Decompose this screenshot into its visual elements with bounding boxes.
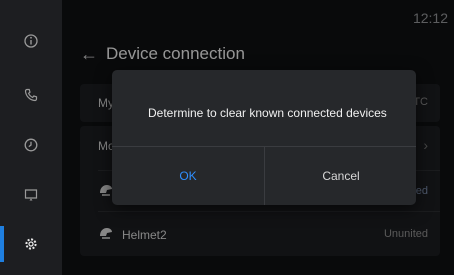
- nav-item-phone[interactable]: [0, 72, 62, 118]
- nav-item-settings[interactable]: [0, 221, 62, 267]
- nav-item-screen[interactable]: [0, 172, 62, 218]
- settings-icon: [25, 238, 37, 250]
- nav-item-info[interactable]: [0, 18, 62, 64]
- ok-button[interactable]: OK: [112, 147, 264, 205]
- dialog-message: Determine to clear known connected devic…: [148, 106, 387, 120]
- cancel-button[interactable]: Cancel: [265, 147, 417, 205]
- confirm-dialog: Determine to clear known connected devic…: [112, 70, 416, 205]
- nav-item-history[interactable]: [0, 122, 62, 168]
- phone-icon: [24, 88, 38, 102]
- info-icon: [24, 34, 38, 48]
- sidebar: [0, 0, 62, 275]
- screen-icon: [24, 189, 38, 201]
- clock-icon: [24, 138, 38, 152]
